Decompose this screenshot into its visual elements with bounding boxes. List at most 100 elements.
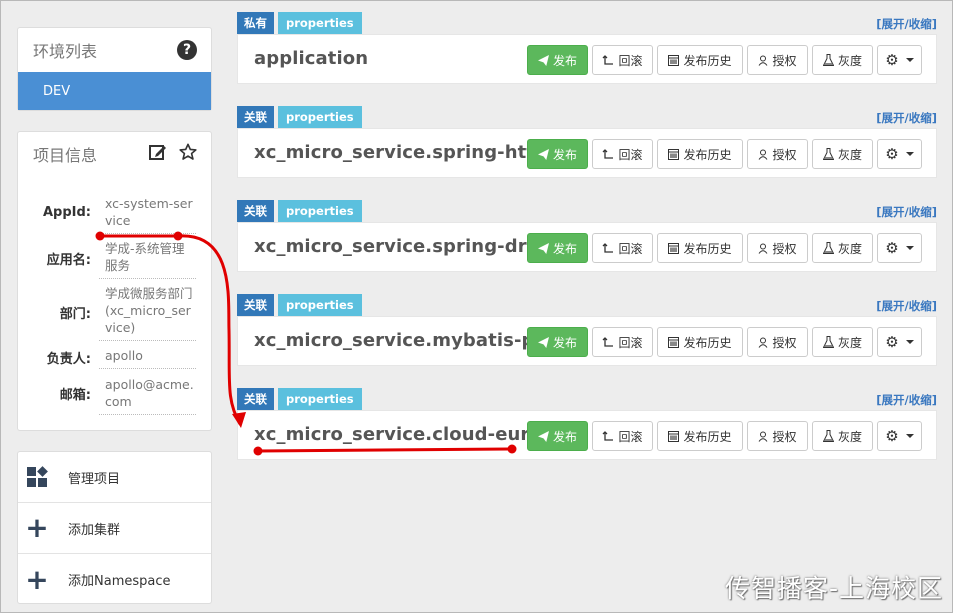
- button-label: 授权: [772, 147, 797, 162]
- namespace-type-badge: 关联: [237, 106, 274, 128]
- namespace-header: xc_micro_service.spring-druid 发布 回滚 发布历史…: [237, 222, 937, 272]
- button-label: 授权: [772, 335, 797, 350]
- info-key: 邮箱:: [59, 388, 91, 403]
- settings-dropdown-button[interactable]: ⚙: [877, 327, 922, 357]
- publish-button[interactable]: 发布: [527, 327, 588, 357]
- rollback-button[interactable]: 回滚: [592, 233, 653, 263]
- env-item-dev[interactable]: DEV: [18, 72, 211, 110]
- undo-icon: [603, 430, 614, 441]
- grid-icon: [27, 466, 48, 487]
- publish-history-button[interactable]: 发布历史: [657, 233, 743, 263]
- expand-collapse-link[interactable]: [展开/收缩]: [876, 204, 937, 220]
- user-icon: [759, 337, 768, 348]
- expand-collapse-link[interactable]: [展开/收缩]: [876, 392, 937, 408]
- env-list-panel: 环境列表 ? DEV: [17, 27, 212, 111]
- namespace-block: 关联 properties [展开/收缩] xc_micro_service.s…: [237, 106, 937, 190]
- calendar-icon: [668, 55, 680, 66]
- namespace-format-badge: properties: [278, 200, 362, 222]
- caret-down-icon: [905, 340, 914, 344]
- expand-collapse-link[interactable]: [展开/收缩]: [876, 16, 937, 32]
- rollback-button[interactable]: 回滚: [592, 327, 653, 357]
- add-namespace-item[interactable]: + 添加Namespace: [18, 554, 211, 605]
- publish-history-button[interactable]: 发布历史: [657, 327, 743, 357]
- gear-icon: ⚙: [885, 145, 899, 163]
- namespace-block: 关联 properties [展开/收缩] xc_micro_service.s…: [237, 200, 937, 284]
- authorize-button[interactable]: 授权: [747, 421, 808, 451]
- button-label: 发布: [552, 147, 577, 162]
- env-list-heading: 环境列表 ?: [18, 28, 211, 72]
- settings-dropdown-button[interactable]: ⚙: [877, 233, 922, 263]
- user-icon: [759, 431, 768, 442]
- authorize-button[interactable]: 授权: [747, 139, 808, 169]
- namespace-header: xc_micro_service.mybatis-plus 发布 回滚 发布历史…: [237, 316, 937, 366]
- settings-dropdown-button[interactable]: ⚙: [877, 45, 922, 75]
- rollback-button[interactable]: 回滚: [592, 139, 653, 169]
- add-cluster-item[interactable]: + 添加集群: [18, 503, 211, 554]
- namespace-format-badge: properties: [278, 294, 362, 316]
- expand-collapse-link[interactable]: [展开/收缩]: [876, 110, 937, 126]
- button-label: 回滚: [618, 429, 643, 444]
- flask-icon: [822, 242, 834, 254]
- button-label: 灰度: [837, 53, 862, 68]
- gray-release-button[interactable]: 灰度: [812, 327, 873, 357]
- namespace-labels: 关联 properties: [237, 388, 362, 410]
- publish-history-button[interactable]: 发布历史: [657, 139, 743, 169]
- authorize-button[interactable]: 授权: [747, 233, 808, 263]
- calendar-icon: [668, 149, 680, 160]
- send-icon: [537, 336, 549, 348]
- button-label: 发布: [552, 429, 577, 444]
- publish-button[interactable]: 发布: [527, 421, 588, 451]
- namespace-name: xc_micro_service.spring-http: [254, 142, 549, 163]
- project-info-panel: 项目信息 AppId: xc-system-service 应用名: 学成-系统…: [17, 131, 212, 431]
- settings-dropdown-button[interactable]: ⚙: [877, 139, 922, 169]
- publish-button[interactable]: 发布: [527, 139, 588, 169]
- namespace-block: 关联 properties [展开/收缩] xc_micro_service.m…: [237, 294, 937, 378]
- question-icon[interactable]: ?: [177, 40, 197, 60]
- gray-release-button[interactable]: 灰度: [812, 233, 873, 263]
- manage-project-item[interactable]: 管理项目: [18, 452, 211, 503]
- publish-history-button[interactable]: 发布历史: [657, 421, 743, 451]
- button-label: 回滚: [618, 241, 643, 256]
- rollback-button[interactable]: 回滚: [592, 421, 653, 451]
- gray-release-button[interactable]: 灰度: [812, 421, 873, 451]
- button-label: 发布: [552, 335, 577, 350]
- gear-icon: ⚙: [885, 333, 899, 351]
- authorize-button[interactable]: 授权: [747, 45, 808, 75]
- info-value: 学成-系统管理服务: [99, 240, 196, 279]
- namespace-format-badge: properties: [278, 106, 362, 128]
- star-icon[interactable]: [179, 143, 197, 165]
- authorize-button[interactable]: 授权: [747, 327, 808, 357]
- caret-down-icon: [905, 434, 914, 438]
- edit-icon[interactable]: [149, 143, 167, 165]
- project-info-title: 项目信息: [33, 146, 98, 165]
- button-label: 灰度: [837, 335, 862, 350]
- namespace-name: xc_micro_service.cloud-eureka: [254, 424, 567, 445]
- publish-button[interactable]: 发布: [527, 233, 588, 263]
- info-value: 学成微服务部门(xc_micro_service): [99, 285, 196, 341]
- flask-icon: [822, 430, 834, 442]
- user-icon: [759, 243, 768, 254]
- settings-dropdown-button[interactable]: ⚙: [877, 421, 922, 451]
- action-label: 添加Namespace: [68, 574, 171, 589]
- undo-icon: [603, 148, 614, 159]
- project-info-heading: 项目信息: [18, 132, 211, 176]
- undo-icon: [603, 242, 614, 253]
- button-label: 授权: [772, 241, 797, 256]
- gray-release-button[interactable]: 灰度: [812, 45, 873, 75]
- user-icon: [759, 55, 768, 66]
- publish-history-button[interactable]: 发布历史: [657, 45, 743, 75]
- publish-button[interactable]: 发布: [527, 45, 588, 75]
- rollback-button[interactable]: 回滚: [592, 45, 653, 75]
- gray-release-button[interactable]: 灰度: [812, 139, 873, 169]
- caret-down-icon: [905, 58, 914, 62]
- info-key: 部门:: [59, 307, 91, 322]
- namespace-type-badge: 关联: [237, 388, 274, 410]
- send-icon: [537, 430, 549, 442]
- namespace-header: xc_micro_service.spring-http 发布 回滚 发布历史 …: [237, 128, 937, 178]
- button-label: 灰度: [837, 147, 862, 162]
- namespace-labels: 关联 properties: [237, 200, 362, 222]
- info-key: 应用名:: [46, 253, 91, 268]
- expand-collapse-link[interactable]: [展开/收缩]: [876, 298, 937, 314]
- undo-icon: [603, 54, 614, 65]
- namespace-name: application: [254, 48, 369, 69]
